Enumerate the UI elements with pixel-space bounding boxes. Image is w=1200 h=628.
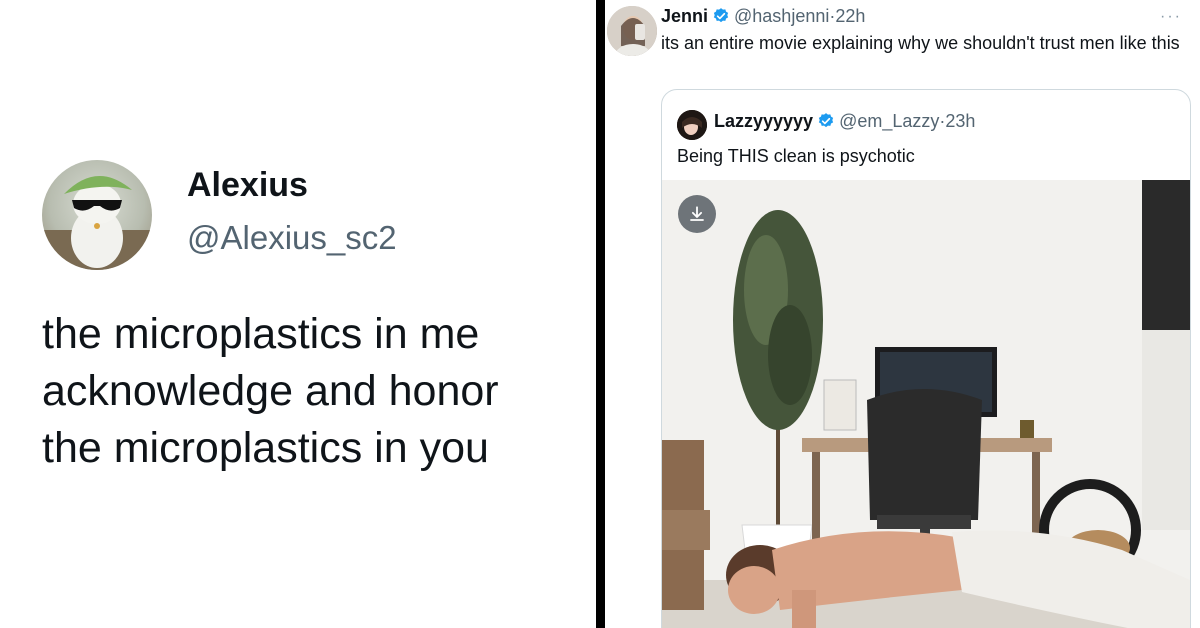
verified-badge-icon (712, 7, 730, 30)
tweet-text: its an entire movie explaining why we sh… (661, 33, 1180, 53)
avatar[interactable] (42, 160, 152, 270)
video-frame-image (662, 180, 1190, 628)
left-tweet: Alexius @Alexius_sc2 the microplastics i… (0, 0, 596, 628)
right-tweet: Jenni @hashjenni·22h ··· its an entire mo… (605, 0, 1200, 628)
user-photo-icon (607, 6, 657, 56)
avatar[interactable] (677, 110, 707, 140)
display-name[interactable]: Lazzyyyyyy (714, 111, 813, 131)
display-name[interactable]: Alexius (187, 166, 308, 205)
user-handle[interactable]: @em_Lazzy (839, 111, 939, 131)
cat-avatar-icon (42, 175, 152, 270)
download-icon (690, 206, 704, 221)
user-handle[interactable]: @hashjenni (734, 6, 829, 26)
tweet-text-line: acknowledge and honor (42, 367, 499, 415)
tweet-text-line: the microplastics in you (42, 424, 489, 472)
user-photo-icon (677, 110, 707, 140)
video-player[interactable] (662, 180, 1190, 628)
timestamp[interactable]: 22h (835, 6, 865, 26)
quoted-tweet-header: Lazzyyyyyy @em_Lazzy·23h (714, 111, 975, 135)
quoted-tweet-card[interactable]: Lazzyyyyyy @em_Lazzy·23h Being THIS clean… (661, 89, 1191, 628)
tweet-text-line: the microplastics in me (42, 310, 480, 358)
divider (596, 0, 605, 628)
tweet-text: the microplastics in me acknowledge and … (42, 306, 582, 477)
quoted-tweet-text: Being THIS clean is psychotic (677, 146, 915, 166)
display-name[interactable]: Jenni (661, 6, 708, 26)
more-options-icon[interactable]: ··· (1160, 8, 1182, 26)
download-button[interactable] (678, 195, 716, 233)
tweet-header: Jenni @hashjenni·22h (661, 6, 865, 30)
timestamp[interactable]: 23h (945, 111, 975, 131)
verified-badge-icon (817, 112, 835, 135)
avatar[interactable] (607, 6, 657, 56)
user-handle[interactable]: @Alexius_sc2 (187, 219, 397, 257)
